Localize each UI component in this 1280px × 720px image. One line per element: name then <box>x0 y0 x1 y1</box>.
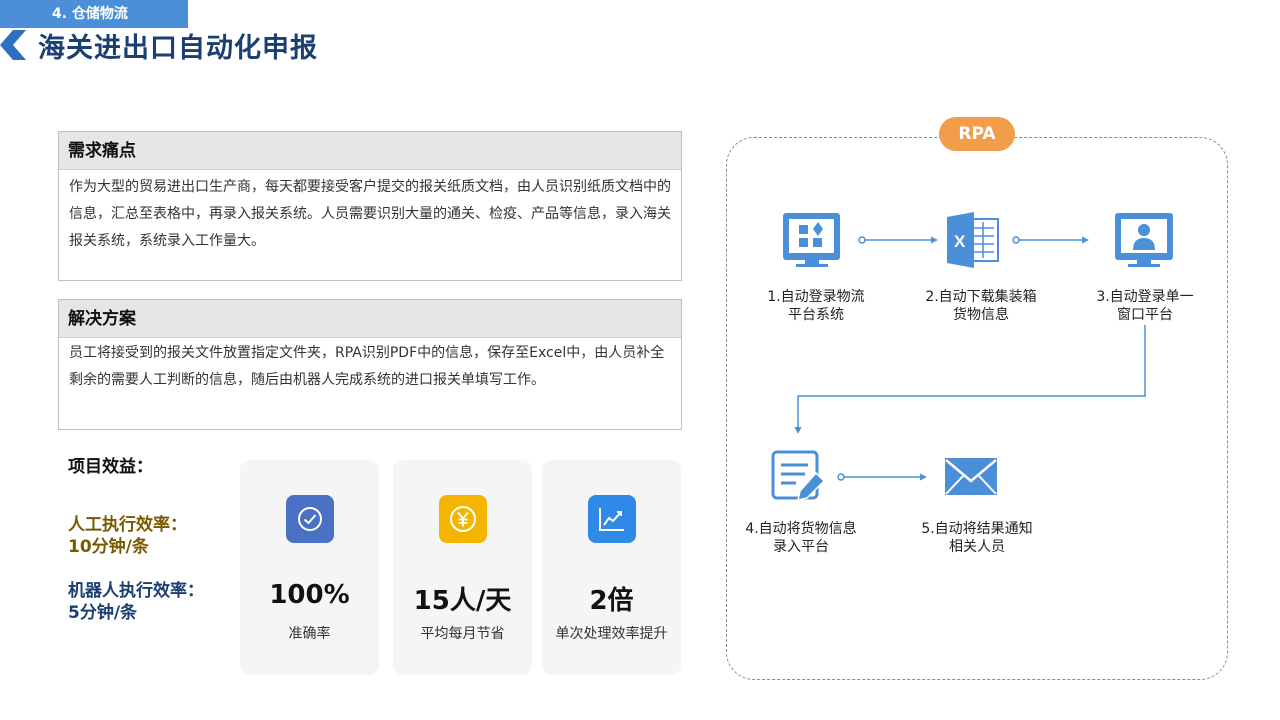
step-label-line: 窗口平台 <box>1117 307 1173 323</box>
rpa-badge: RPA <box>939 117 1015 151</box>
svg-text:X: X <box>954 232 966 251</box>
step-label-line: 4.自动将货物信息 <box>745 521 857 537</box>
flow-step-5-label: 5.自动将结果通知 相关人员 <box>902 520 1052 556</box>
flow-connector-3-4 <box>794 325 1146 434</box>
edit-document-icon <box>771 450 826 501</box>
monitor-apps-icon <box>783 213 840 267</box>
flow-step-3-label: 3.自动登录单一 窗口平台 <box>1070 288 1220 324</box>
step-label-line: 平台系统 <box>788 307 844 323</box>
step-label-line: 货物信息 <box>953 307 1009 323</box>
flow-step-1-label: 1.自动登录物流 平台系统 <box>741 288 891 324</box>
flow-step-4-label: 4.自动将货物信息 录入平台 <box>726 520 876 556</box>
flow-step-2-label: 2.自动下载集装箱 货物信息 <box>906 288 1056 324</box>
step-label-line: 录入平台 <box>773 539 829 555</box>
rpa-flow-diagram: X <box>771 212 1173 501</box>
excel-icon: X <box>947 212 999 268</box>
flow-arrow-4-5 <box>837 473 927 481</box>
step-label-line: 3.自动登录单一 <box>1096 289 1194 305</box>
step-label-line: 5.自动将结果通知 <box>921 521 1033 537</box>
monitor-user-icon <box>1115 213 1173 267</box>
mail-icon <box>945 458 997 495</box>
step-label-line: 相关人员 <box>949 539 1005 555</box>
step-label-line: 1.自动登录物流 <box>767 289 865 305</box>
flow-arrow-2-3 <box>1012 236 1089 244</box>
flow-arrow-1-2 <box>858 236 938 244</box>
step-label-line: 2.自动下载集装箱 <box>925 289 1037 305</box>
